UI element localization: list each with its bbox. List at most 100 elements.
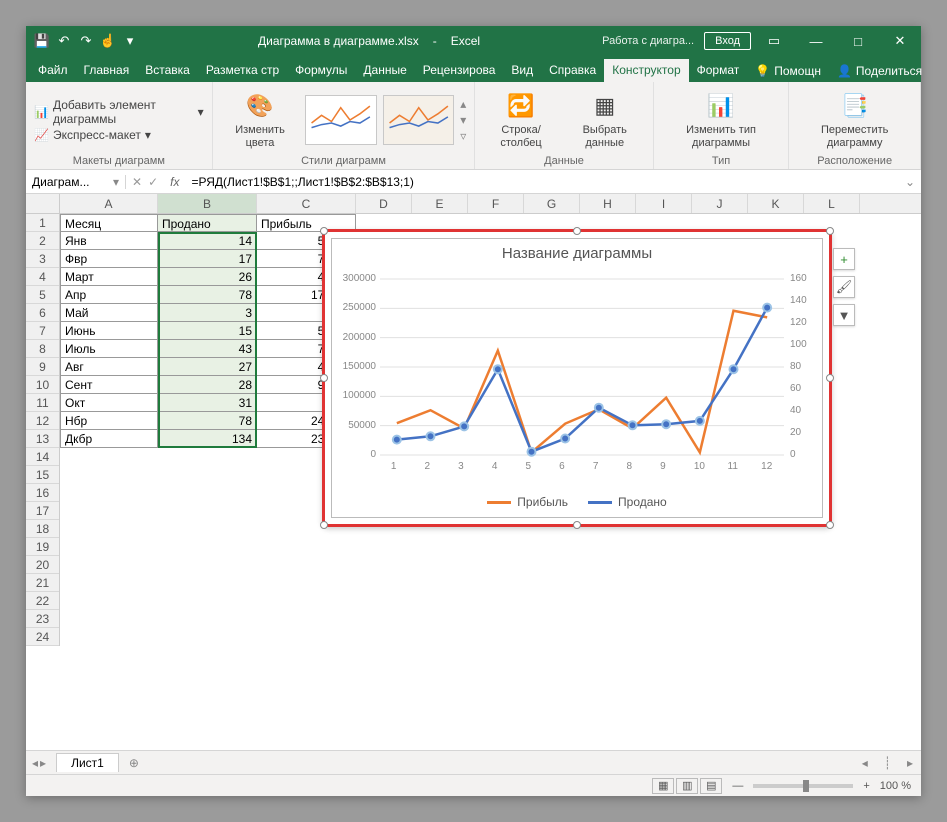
- cell[interactable]: 27: [158, 358, 257, 376]
- row-header[interactable]: 22: [26, 592, 59, 610]
- row-header[interactable]: 19: [26, 538, 59, 556]
- save-icon[interactable]: 💾: [34, 33, 50, 49]
- row-header[interactable]: 8: [26, 340, 59, 358]
- change-chart-type-button[interactable]: 📊Изменить тип диаграммы: [662, 88, 781, 150]
- column-header[interactable]: J: [692, 194, 748, 213]
- row-header[interactable]: 16: [26, 484, 59, 502]
- cell[interactable]: Фвр: [60, 250, 158, 268]
- cell[interactable]: Дкбр: [60, 430, 158, 448]
- column-header[interactable]: B: [158, 194, 257, 213]
- normal-view-button[interactable]: ▦: [652, 778, 674, 794]
- tab-файл[interactable]: Файл: [30, 59, 76, 82]
- tab-конструктор[interactable]: Конструктор: [604, 59, 688, 82]
- touch-mode-icon[interactable]: ☝: [100, 33, 116, 49]
- add-chart-element-button[interactable]: 📊Добавить элемент диаграммы ▾: [34, 98, 204, 126]
- cell[interactable]: Янв: [60, 232, 158, 250]
- worksheet-grid[interactable]: ABCDEFGHIJKL 123456789101112131415161718…: [26, 194, 921, 750]
- cell[interactable]: Нбр: [60, 412, 158, 430]
- new-sheet-button[interactable]: ⊕: [119, 756, 149, 770]
- sheet-scroll-right-icon[interactable]: ▸: [899, 756, 921, 770]
- cell[interactable]: 26: [158, 268, 257, 286]
- chart-style-1[interactable]: [305, 95, 376, 145]
- style-scroll-down-icon[interactable]: ▾: [460, 113, 466, 127]
- sheet-scroll-left-icon[interactable]: ◂: [854, 756, 876, 770]
- row-header[interactable]: 12: [26, 412, 59, 430]
- maximize-button[interactable]: □: [839, 27, 877, 55]
- tab-данные[interactable]: Данные: [355, 59, 414, 82]
- row-header[interactable]: 24: [26, 628, 59, 646]
- row-header[interactable]: 6: [26, 304, 59, 322]
- chart-legend[interactable]: Прибыль Продано: [332, 495, 822, 509]
- cell[interactable]: Продано: [158, 214, 257, 232]
- tab-рецензирова[interactable]: Рецензирова: [415, 59, 504, 82]
- chart-plot-area[interactable]: 0500001000001500002000002500003000000204…: [380, 279, 784, 455]
- row-header[interactable]: 13: [26, 430, 59, 448]
- cell[interactable]: Март: [60, 268, 158, 286]
- select-data-button[interactable]: ▦Выбрать данные: [565, 88, 645, 150]
- cell[interactable]: 17: [158, 250, 257, 268]
- column-header[interactable]: A: [60, 194, 158, 213]
- cell[interactable]: 78: [158, 286, 257, 304]
- formula-input[interactable]: =РЯД(Лист1!$B$1;;Лист1!$B$2:$B$13;1): [185, 175, 898, 189]
- share-button[interactable]: 👤 Поделиться: [829, 60, 930, 82]
- chart-styles-button[interactable]: 🖌: [833, 276, 855, 298]
- formula-expand-icon[interactable]: ⌄: [899, 175, 921, 189]
- zoom-level[interactable]: 100 %: [880, 780, 911, 792]
- column-header[interactable]: D: [356, 194, 412, 213]
- cancel-formula-icon[interactable]: ✕: [132, 175, 142, 189]
- cell[interactable]: Окт: [60, 394, 158, 412]
- zoom-in-button[interactable]: +: [863, 780, 869, 792]
- row-header[interactable]: 10: [26, 376, 59, 394]
- cell[interactable]: Месяц: [60, 214, 158, 232]
- close-button[interactable]: ✕: [881, 27, 919, 55]
- cell[interactable]: Июль: [60, 340, 158, 358]
- cell[interactable]: Июнь: [60, 322, 158, 340]
- tab-вставка[interactable]: Вставка: [137, 59, 198, 82]
- sheet-split-icon[interactable]: ┊: [876, 756, 899, 770]
- column-header[interactable]: L: [804, 194, 860, 213]
- row-header[interactable]: 11: [26, 394, 59, 412]
- qat-dropdown-icon[interactable]: ▾: [122, 33, 138, 49]
- minimize-button[interactable]: —: [797, 27, 835, 55]
- tab-справка[interactable]: Справка: [541, 59, 604, 82]
- row-header[interactable]: 20: [26, 556, 59, 574]
- page-break-view-button[interactable]: ▤: [700, 778, 722, 794]
- column-header[interactable]: K: [748, 194, 804, 213]
- change-colors-button[interactable]: 🎨 Изменить цвета: [221, 88, 300, 150]
- tab-формулы[interactable]: Формулы: [287, 59, 355, 82]
- chart-filters-button[interactable]: ▼: [833, 304, 855, 326]
- row-header[interactable]: 2: [26, 232, 59, 250]
- row-header[interactable]: 15: [26, 466, 59, 484]
- column-header[interactable]: I: [636, 194, 692, 213]
- name-box[interactable]: Диаграм...▾: [26, 175, 126, 189]
- row-header[interactable]: 14: [26, 448, 59, 466]
- fx-icon[interactable]: fx: [164, 175, 185, 189]
- chart-title[interactable]: Название диаграммы: [332, 239, 822, 264]
- undo-icon[interactable]: ↶: [56, 33, 72, 49]
- cell[interactable]: 14: [158, 232, 257, 250]
- enter-formula-icon[interactable]: ✓: [148, 175, 158, 189]
- column-header[interactable]: E: [412, 194, 468, 213]
- cell[interactable]: 31: [158, 394, 257, 412]
- zoom-slider[interactable]: [753, 784, 853, 788]
- sign-in-button[interactable]: Вход: [704, 32, 751, 50]
- row-header[interactable]: 7: [26, 322, 59, 340]
- tab-разметка стр[interactable]: Разметка стр: [198, 59, 287, 82]
- sheet-tab[interactable]: Лист1: [56, 753, 119, 772]
- row-header[interactable]: 9: [26, 358, 59, 376]
- column-header[interactable]: G: [524, 194, 580, 213]
- zoom-out-button[interactable]: —: [732, 780, 743, 792]
- cell[interactable]: 134: [158, 430, 257, 448]
- cell[interactable]: 15: [158, 322, 257, 340]
- cell[interactable]: Авг: [60, 358, 158, 376]
- row-header[interactable]: 4: [26, 268, 59, 286]
- cell[interactable]: Апр: [60, 286, 158, 304]
- row-header[interactable]: 17: [26, 502, 59, 520]
- sheet-nav-next-icon[interactable]: ▸: [40, 756, 46, 770]
- move-chart-button[interactable]: 📑Переместить диаграмму: [797, 88, 912, 150]
- row-header[interactable]: 18: [26, 520, 59, 538]
- page-layout-view-button[interactable]: ▥: [676, 778, 698, 794]
- column-header[interactable]: C: [257, 194, 356, 213]
- style-gallery-icon[interactable]: ▿: [460, 129, 466, 143]
- switch-row-column-button[interactable]: 🔁Строка/столбец: [483, 88, 558, 150]
